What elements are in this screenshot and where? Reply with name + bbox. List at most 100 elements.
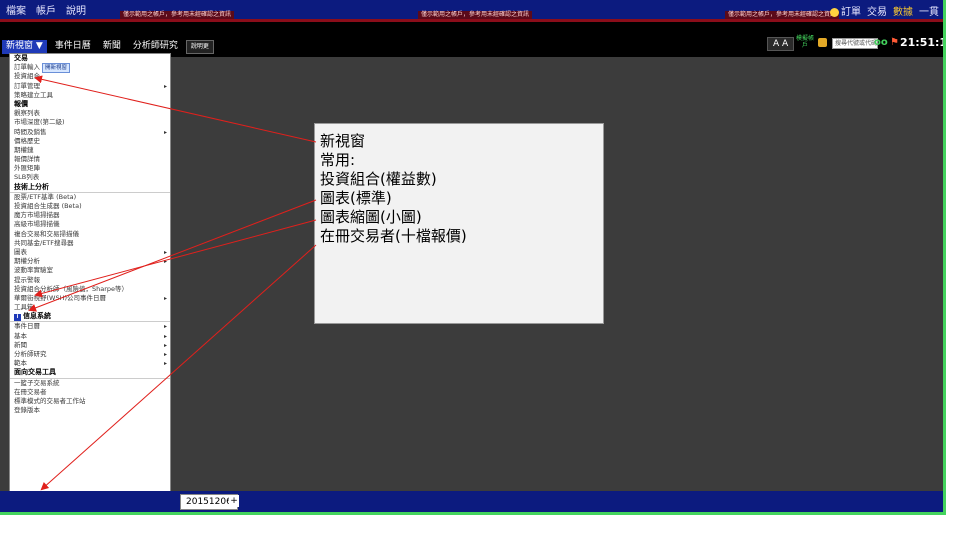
- submenu-arrow-icon: ▸: [163, 258, 167, 266]
- lock-icon[interactable]: [818, 38, 827, 47]
- tab-analyst-research[interactable]: 分析師研究: [129, 40, 182, 54]
- submenu-arrow-icon: ▸: [163, 248, 167, 256]
- top-right-controls: 訂單 交易 數據 一貫: [830, 3, 939, 18]
- menu-item[interactable]: 觀察列表: [10, 109, 170, 118]
- menu-item-label: 複合交易和交易掃描儀: [14, 229, 79, 238]
- menu-item[interactable]: 訂單管理 ▸: [10, 82, 170, 91]
- app-window: 檔案 帳戶 說明 僅示範用之帳戶，參考用未經確認之資訊 僅示範用之帳戶，參考用未…: [0, 0, 946, 515]
- menu-item[interactable]: 價格歷史: [10, 137, 170, 146]
- menu-item-label: 投資組合分析師（風險值，Sharpe等）: [14, 284, 129, 293]
- submenu-arrow-icon: ▸: [163, 341, 167, 349]
- menu-item[interactable]: 期權分析 ▸: [10, 257, 170, 266]
- menu-item-label: 期權分析: [14, 257, 40, 266]
- menu-item[interactable]: 標準模式的交易者工作站: [10, 397, 170, 406]
- menu-item[interactable]: 策略建立工具: [10, 91, 170, 100]
- menu-item-label: 工具箱: [14, 303, 34, 312]
- menu-item-label: 登錄版本: [14, 406, 40, 415]
- orders-label: 訂單: [841, 7, 861, 18]
- menu-item-label: 技術上分析: [14, 182, 49, 191]
- callout-line: 圖表縮圖(小圖): [320, 208, 422, 226]
- signal-button[interactable]: 一貫: [919, 3, 939, 18]
- menu-file[interactable]: 檔案: [6, 2, 26, 17]
- font-size-button[interactable]: A A: [767, 37, 795, 51]
- menu-item[interactable]: 魔方市場掃描器: [10, 211, 170, 220]
- menu-item[interactable]: 華爾街視野(WSH)公司事件日曆 ▸: [10, 294, 170, 303]
- menu-item[interactable]: 分析師研究 ▸: [10, 350, 170, 359]
- menu-item[interactable]: 基本 ▸: [10, 332, 170, 341]
- orders-button[interactable]: 訂單: [830, 3, 861, 18]
- callout-line: 在冊交易者(十檔報價): [320, 227, 467, 245]
- submenu-arrow-icon: ▸: [163, 351, 167, 358]
- menu-account[interactable]: 帳戶: [36, 2, 56, 17]
- tab-news[interactable]: 新聞: [99, 40, 125, 54]
- menu-item-label: 波動率實驗室: [14, 266, 53, 275]
- menu-section-heading: 交易: [10, 54, 170, 63]
- trade-button[interactable]: 交易: [867, 3, 887, 18]
- menu-item[interactable]: 訂單輸入 開新視窗: [10, 63, 170, 74]
- menu-item[interactable]: 登錄版本: [10, 406, 170, 415]
- menu-section-heading: 報價: [10, 100, 170, 109]
- menu-item-label: 事件日曆: [14, 322, 40, 331]
- flag-icon[interactable]: ⚑: [890, 37, 899, 48]
- clock: 21:51:10: [900, 36, 943, 49]
- menu-item-label: 面向交易工具: [14, 368, 56, 377]
- menu-section-heading: 面向交易工具: [10, 368, 170, 379]
- tab-event-calendar[interactable]: 事件日曆: [51, 40, 95, 54]
- menu-item[interactable]: 投資組合分析師（風險值，Sharpe等）: [10, 285, 170, 294]
- add-page-button[interactable]: +: [229, 495, 239, 507]
- tab-new-window[interactable]: 新視窗 ▼: [2, 40, 47, 54]
- menu-item[interactable]: 報價詳情: [10, 155, 170, 164]
- menu-item-label: 信息系統: [23, 312, 51, 321]
- menu-item[interactable]: 投資組合: [10, 72, 170, 81]
- menu-item[interactable]: 投資組合生成器 (Beta): [10, 202, 170, 211]
- symbol-search-input[interactable]: 搜尋代號或代碼名稱: [832, 38, 878, 49]
- menu-item[interactable]: 一籃子交易系統: [10, 379, 170, 388]
- link-icon[interactable]: oo: [874, 37, 888, 48]
- menu-item[interactable]: 市場深度(第二級): [10, 118, 170, 127]
- menu-item-label: 股票/ETF基準 (Beta): [14, 192, 77, 201]
- top-menu-bar: 檔案 帳戶 說明 僅示範用之帳戶，參考用未經確認之資訊 僅示範用之帳戶，參考用未…: [0, 0, 943, 20]
- menu-item-label: 提示警報: [14, 275, 40, 284]
- submenu-arrow-icon: ▸: [163, 323, 167, 331]
- menu-item-label: 圖表: [14, 247, 27, 256]
- menu-item[interactable]: 時間及銷售 ▸: [10, 128, 170, 137]
- menu-item-label: 外匯矩陣: [14, 164, 40, 173]
- menu-section-heading: i 信息系統: [10, 312, 170, 323]
- layout-tabs: 新視窗 ▼ 事件日曆 新聞 分析師研究 說明更: [2, 40, 214, 54]
- tab-extra[interactable]: 說明更: [185, 40, 214, 54]
- submenu-arrow-icon: ▸: [163, 360, 167, 368]
- menu-item[interactable]: 波動率實驗室: [10, 266, 170, 275]
- menu-item[interactable]: 複合交易和交易掃描儀: [10, 230, 170, 239]
- menu-item[interactable]: 共同基金/ETF搜尋器: [10, 239, 170, 248]
- orders-icon: [830, 7, 839, 17]
- new-window-menu: 交易 訂單輸入 開新視窗 投資組合 訂單管理 ▸ 策略建立工具 報價 觀察列表 市場深度(第二級)…: [9, 53, 171, 512]
- menu-item-label: 報價詳情: [14, 155, 40, 164]
- menu-item[interactable]: 提示警報: [10, 276, 170, 285]
- menu-item[interactable]: SLB列表: [10, 173, 170, 182]
- menu-item[interactable]: 股票/ETF基準 (Beta): [10, 193, 170, 202]
- menu-item[interactable]: 高級市場掃描儀: [10, 220, 170, 229]
- menu-item-label: 共同基金/ETF搜尋器: [14, 238, 74, 247]
- data-button[interactable]: 數據: [893, 3, 913, 18]
- menu-item-label: 華爾街視野(WSH)公司事件日曆: [14, 293, 107, 302]
- menu-item[interactable]: 範本 ▸: [10, 359, 170, 368]
- menu-item[interactable]: 事件日曆 ▸: [10, 322, 170, 331]
- menu-item[interactable]: 圖表 ▸: [10, 248, 170, 257]
- submenu-arrow-icon: ▸: [163, 128, 167, 136]
- menu-item[interactable]: 期權鏈: [10, 146, 170, 155]
- callout-line: 投資組合(權益數): [320, 170, 437, 188]
- menu-item-label: SLB列表: [14, 173, 40, 182]
- menu-item[interactable]: 工具箱: [10, 303, 170, 312]
- menu-item-label: 投資組合生成器 (Beta): [14, 202, 82, 210]
- menu-help[interactable]: 說明: [66, 2, 86, 17]
- menu-item-label: 市場深度(第二級): [14, 118, 65, 127]
- demo-notice: 僅示範用之帳戶，參考用未經確認之資訊: [120, 11, 235, 19]
- main-menu: 檔案 帳戶 說明: [6, 2, 86, 17]
- menu-item[interactable]: 新聞 ▸: [10, 341, 170, 350]
- menu-item-label: 魔方市場掃描器: [14, 211, 60, 220]
- callout-line: 新視窗: [320, 132, 366, 150]
- callout-line: 常用:: [320, 151, 356, 169]
- menu-item[interactable]: 在冊交易者: [10, 388, 170, 397]
- menu-item-label: 訂單管理: [14, 81, 40, 90]
- demo-notice: 僅示範用之帳戶，參考用未經確認之資訊: [418, 11, 533, 19]
